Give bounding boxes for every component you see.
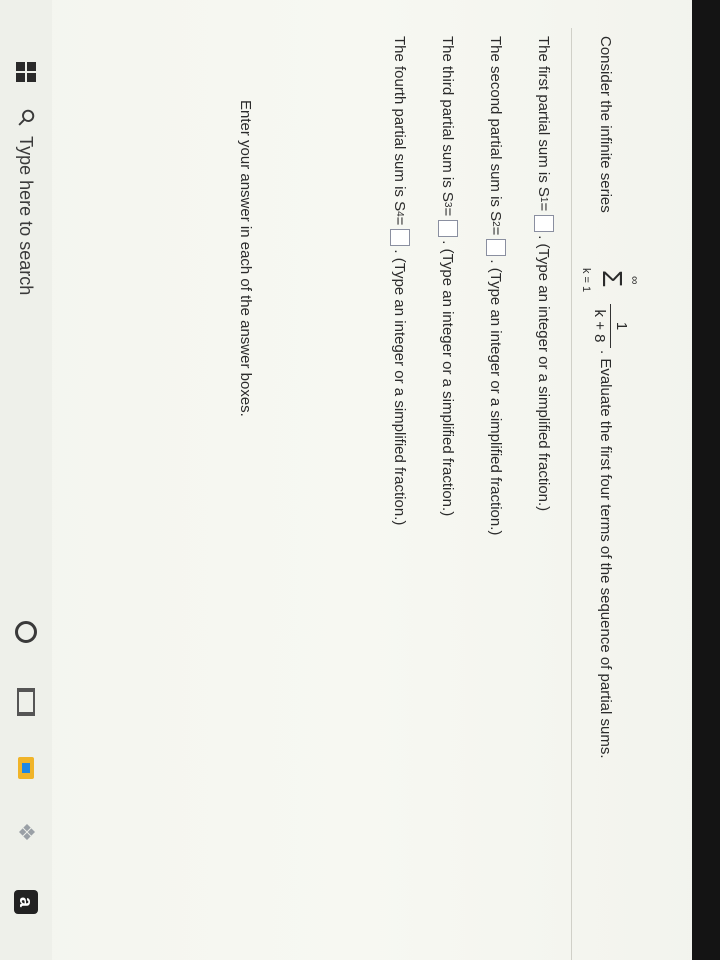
partial-sum-row-4: The fourth partial sum is S4 = . (Type a… bbox=[390, 36, 410, 525]
sigma-lower-limit: k = 1 bbox=[580, 268, 592, 293]
fraction-denominator: k + 8 bbox=[591, 309, 608, 343]
answer-box-s1[interactable] bbox=[534, 215, 554, 233]
partial-sum-row-3: The third partial sum is S3 = . (Type an… bbox=[438, 36, 458, 516]
partial-sum-label: The second partial sum is S bbox=[487, 36, 505, 222]
fraction-numerator: 1 bbox=[613, 321, 630, 331]
taskbar: ⚲ Type here to search ❖ a bbox=[0, 0, 52, 960]
answer-hint: . (Type an integer or a simplified fract… bbox=[391, 249, 409, 526]
sigma-symbol: Σ bbox=[597, 270, 628, 288]
amazon-button[interactable]: a bbox=[0, 882, 52, 922]
equals-sign: = bbox=[535, 202, 553, 212]
cortana-button[interactable] bbox=[0, 612, 52, 652]
file-explorer-icon bbox=[18, 757, 34, 779]
question-intro: Consider the infinite series bbox=[597, 36, 614, 213]
dropbox-button[interactable]: ❖ bbox=[0, 812, 52, 852]
series-term-fraction: 1 k + 8 bbox=[591, 304, 630, 348]
answer-hint: . (Type an integer or a simplified fract… bbox=[439, 240, 457, 517]
partial-sum-label: The third partial sum is S bbox=[439, 36, 457, 202]
rotated-display: Consider the infinite series ∞ Σ k = 1 1… bbox=[0, 0, 720, 960]
task-view-icon bbox=[17, 688, 35, 716]
amazon-icon: a bbox=[14, 890, 38, 914]
fraction-bar bbox=[610, 304, 611, 348]
answer-box-s4[interactable] bbox=[390, 229, 410, 247]
answer-hint: . (Type an integer or a simplified fract… bbox=[487, 259, 505, 536]
search-placeholder: Type here to search bbox=[16, 136, 37, 296]
divider bbox=[571, 28, 572, 960]
question-instruction: . Evaluate the first four terms of the s… bbox=[597, 350, 614, 759]
windows-start-icon bbox=[16, 62, 36, 82]
taskbar-search-box[interactable]: ⚲ Type here to search bbox=[0, 103, 52, 470]
task-view-button[interactable] bbox=[0, 682, 52, 722]
equals-sign: = bbox=[439, 207, 457, 217]
search-icon: ⚲ bbox=[11, 103, 41, 133]
file-explorer-button[interactable] bbox=[0, 748, 52, 788]
monitor-bezel bbox=[692, 0, 720, 960]
equals-sign: = bbox=[391, 216, 409, 226]
partial-sum-row-2: The second partial sum is S2 = . (Type a… bbox=[486, 36, 506, 535]
question-page: Consider the infinite series ∞ Σ k = 1 1… bbox=[52, 28, 692, 960]
answer-box-s3[interactable] bbox=[438, 220, 458, 238]
dropbox-icon: ❖ bbox=[14, 822, 39, 842]
answer-hint: . (Type an integer or a simplified fract… bbox=[535, 235, 553, 512]
start-button[interactable] bbox=[0, 52, 52, 92]
partial-sum-row-1: The first partial sum is S1 = . (Type an… bbox=[534, 36, 554, 511]
screen: Consider the infinite series ∞ Σ k = 1 1… bbox=[0, 0, 720, 960]
cortana-icon bbox=[15, 621, 37, 643]
partial-sum-label: The first partial sum is S bbox=[535, 36, 553, 197]
footer-instruction: Enter your answer in each of the answer … bbox=[237, 100, 254, 417]
partial-sum-label: The fourth partial sum is S bbox=[391, 36, 409, 212]
equals-sign: = bbox=[487, 226, 505, 236]
summation: ∞ Σ k = 1 bbox=[570, 262, 642, 302]
answer-box-s2[interactable] bbox=[486, 239, 506, 257]
sigma-upper-limit: ∞ bbox=[628, 276, 642, 285]
